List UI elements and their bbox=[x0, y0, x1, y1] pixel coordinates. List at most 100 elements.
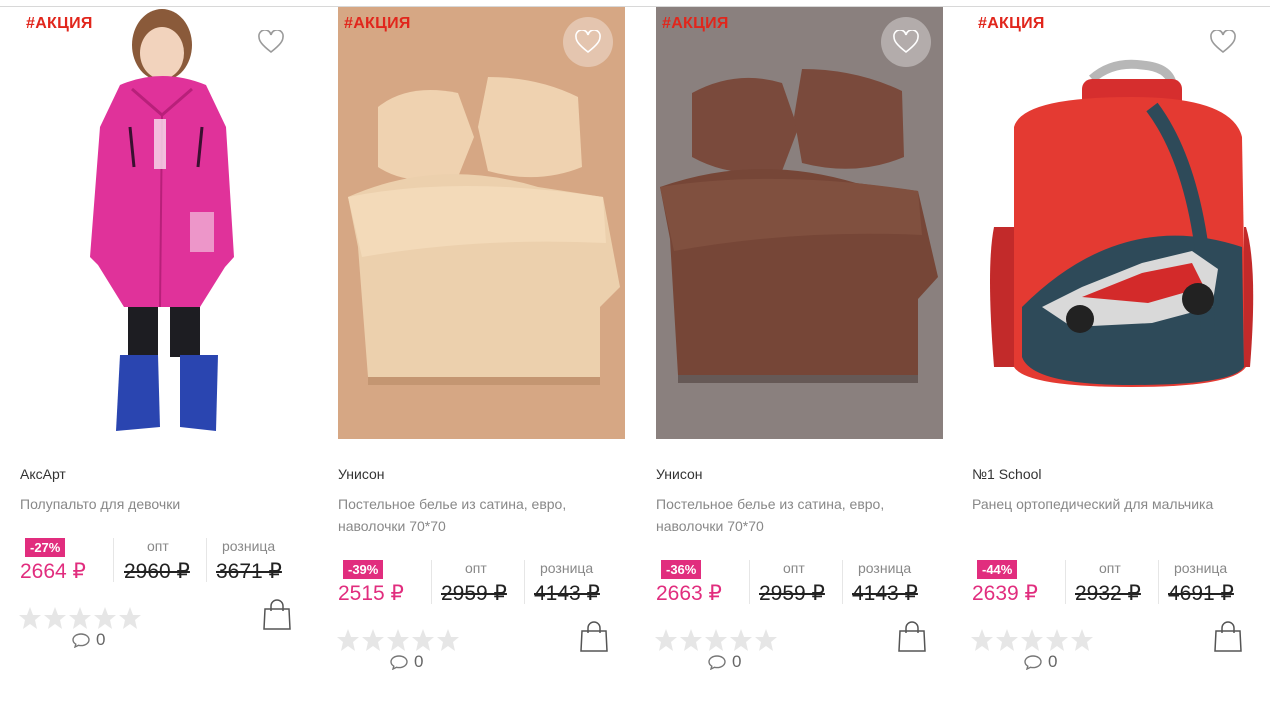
shopping-bag-icon[interactable] bbox=[579, 621, 609, 653]
current-price: 2639 ₽ bbox=[972, 582, 1038, 605]
brand-name[interactable]: АксАрт bbox=[20, 466, 66, 482]
product-image[interactable]: #АКЦИЯ bbox=[656, 7, 943, 439]
comment-icon bbox=[1024, 654, 1042, 670]
comments-link[interactable]: 0 bbox=[390, 652, 423, 672]
comment-count: 0 bbox=[96, 630, 106, 649]
retail-label: розница bbox=[1174, 560, 1228, 576]
product-card[interactable]: #АКЦИЯ АксАрт Полупальто для девочки -27… bbox=[0, 7, 318, 704]
red-backpack-photo bbox=[990, 59, 1254, 387]
star-icon[interactable] bbox=[411, 628, 435, 652]
comment-icon bbox=[708, 654, 726, 670]
promo-tag: #АКЦИЯ bbox=[26, 15, 93, 32]
star-icon[interactable] bbox=[704, 628, 728, 652]
divider bbox=[1065, 560, 1066, 604]
star-icon[interactable] bbox=[679, 628, 703, 652]
beige-bedding-photo bbox=[338, 7, 625, 439]
divider bbox=[431, 560, 432, 604]
discount-badge: -36% bbox=[661, 560, 702, 579]
product-title[interactable]: Ранец ортопедический для мальчика bbox=[972, 493, 1242, 515]
brown-bedding-photo bbox=[656, 7, 943, 439]
star-icon[interactable] bbox=[970, 628, 994, 652]
retail-price: 3671 ₽ bbox=[216, 560, 282, 583]
comments-link[interactable]: 0 bbox=[72, 630, 105, 650]
brand-name[interactable]: №1 School bbox=[972, 466, 1042, 482]
rating-stars[interactable] bbox=[18, 606, 142, 630]
star-icon[interactable] bbox=[386, 628, 410, 652]
star-icon[interactable] bbox=[995, 628, 1019, 652]
star-icon[interactable] bbox=[68, 606, 92, 630]
brand-name[interactable]: Унисон bbox=[338, 466, 385, 482]
product-image[interactable]: #АКЦИЯ bbox=[338, 7, 625, 439]
current-price: 2664 ₽ bbox=[20, 560, 86, 583]
comment-count: 0 bbox=[414, 652, 424, 671]
opt-label: опт bbox=[783, 560, 805, 576]
star-icon[interactable] bbox=[118, 606, 142, 630]
retail-price: 4143 ₽ bbox=[534, 582, 600, 605]
divider bbox=[842, 560, 843, 604]
discount-badge: -39% bbox=[343, 560, 384, 579]
rating-stars[interactable] bbox=[654, 628, 778, 652]
product-image[interactable]: #АКЦИЯ bbox=[20, 7, 307, 439]
product-title[interactable]: Полупальто для девочки bbox=[20, 493, 290, 515]
comment-count: 0 bbox=[732, 652, 742, 671]
star-icon[interactable] bbox=[43, 606, 67, 630]
opt-label: опт bbox=[1099, 560, 1121, 576]
star-icon[interactable] bbox=[1070, 628, 1094, 652]
promo-tag: #АКЦИЯ bbox=[978, 15, 1045, 32]
opt-price: 2960 ₽ bbox=[124, 560, 190, 583]
favorite-icon[interactable] bbox=[1198, 17, 1248, 67]
product-image[interactable]: #АКЦИЯ bbox=[972, 7, 1259, 439]
shopping-bag-icon[interactable] bbox=[262, 599, 292, 631]
retail-price: 4691 ₽ bbox=[1168, 582, 1234, 605]
product-card[interactable]: #АКЦИЯ Унисон Постельное белье из сатина… bbox=[636, 7, 954, 704]
product-title[interactable]: Постельное белье из сатина, евро, наволо… bbox=[338, 493, 608, 537]
price-block: -44% 2639 ₽ опт 2932 ₽ розница 4691 ₽ bbox=[962, 558, 1242, 620]
shopping-bag-icon[interactable] bbox=[897, 621, 927, 653]
shopping-bag-icon[interactable] bbox=[1213, 621, 1243, 653]
star-icon[interactable] bbox=[754, 628, 778, 652]
discount-badge: -44% bbox=[977, 560, 1018, 579]
price-block: -36% 2663 ₽ опт 2959 ₽ розница 4143 ₽ bbox=[646, 558, 926, 620]
rating-stars[interactable] bbox=[336, 628, 460, 652]
star-icon[interactable] bbox=[729, 628, 753, 652]
retail-label: розница bbox=[540, 560, 594, 576]
opt-price: 2932 ₽ bbox=[1075, 582, 1141, 605]
divider bbox=[206, 538, 207, 582]
brand-name[interactable]: Унисон bbox=[656, 466, 703, 482]
product-card[interactable]: #АКЦИЯ Унисон Постельное белье из сатина… bbox=[318, 7, 636, 704]
divider bbox=[524, 560, 525, 604]
price-block: -27% 2664 ₽ опт 2960 ₽ розница 3671 ₽ bbox=[10, 536, 290, 598]
pink-coat-photo bbox=[90, 9, 234, 431]
star-icon[interactable] bbox=[18, 606, 42, 630]
favorite-icon[interactable] bbox=[246, 17, 296, 67]
comments-link[interactable]: 0 bbox=[708, 652, 741, 672]
divider bbox=[113, 538, 114, 582]
opt-label: опт bbox=[147, 538, 169, 554]
rating-stars[interactable] bbox=[970, 628, 1094, 652]
star-icon[interactable] bbox=[93, 606, 117, 630]
price-block: -39% 2515 ₽ опт 2959 ₽ розница 4143 ₽ bbox=[328, 558, 608, 620]
comments-link[interactable]: 0 bbox=[1024, 652, 1057, 672]
star-icon[interactable] bbox=[1020, 628, 1044, 652]
current-price: 2663 ₽ bbox=[656, 582, 722, 605]
star-icon[interactable] bbox=[436, 628, 460, 652]
divider bbox=[1158, 560, 1159, 604]
product-grid: #АКЦИЯ АксАрт Полупальто для девочки -27… bbox=[0, 7, 1270, 704]
current-price: 2515 ₽ bbox=[338, 582, 404, 605]
divider bbox=[749, 560, 750, 604]
star-icon[interactable] bbox=[361, 628, 385, 652]
star-icon[interactable] bbox=[1045, 628, 1069, 652]
star-icon[interactable] bbox=[336, 628, 360, 652]
product-title[interactable]: Постельное белье из сатина, евро, наволо… bbox=[656, 493, 926, 537]
comment-icon bbox=[390, 654, 408, 670]
opt-price: 2959 ₽ bbox=[441, 582, 507, 605]
retail-label: розница bbox=[222, 538, 276, 554]
promo-tag: #АКЦИЯ bbox=[344, 15, 411, 32]
promo-tag: #АКЦИЯ bbox=[662, 15, 729, 32]
retail-label: розница bbox=[858, 560, 912, 576]
retail-price: 4143 ₽ bbox=[852, 582, 918, 605]
star-icon[interactable] bbox=[654, 628, 678, 652]
favorite-icon[interactable] bbox=[881, 17, 931, 67]
product-card[interactable]: #АКЦИЯ №1 School Ранец ортопедический дл… bbox=[952, 7, 1270, 704]
favorite-icon[interactable] bbox=[563, 17, 613, 67]
